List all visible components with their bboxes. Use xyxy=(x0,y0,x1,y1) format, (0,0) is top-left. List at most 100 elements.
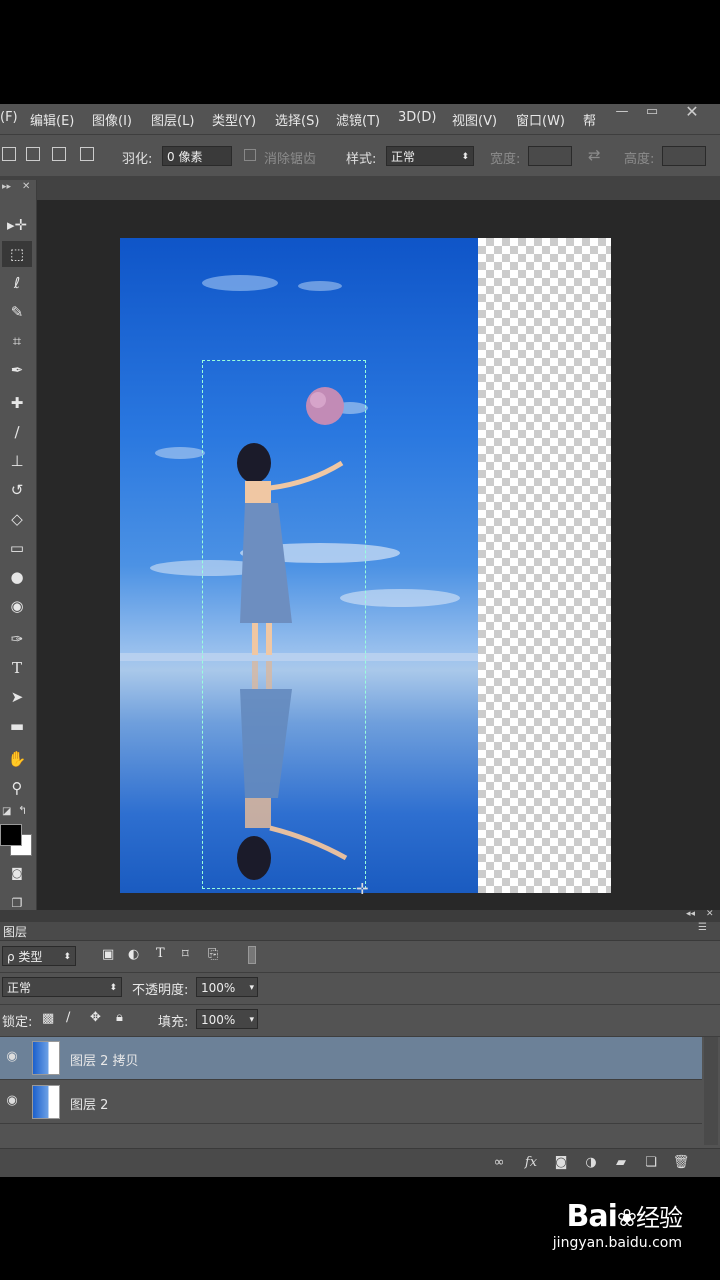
watermark-brand-2: 经验 xyxy=(636,1204,683,1232)
minimize-icon[interactable]: — xyxy=(608,104,636,122)
quick-select-tool-icon[interactable]: ✎ xyxy=(2,299,32,325)
menu-select[interactable]: 选择(S) xyxy=(275,110,319,129)
maximize-icon[interactable]: ▭ xyxy=(638,104,666,122)
eyedropper-tool-icon[interactable]: ✒ xyxy=(2,357,32,383)
width-input[interactable] xyxy=(528,146,572,166)
crop-tool-icon[interactable]: ⌗ xyxy=(2,328,32,354)
layer-thumbnail xyxy=(32,1085,60,1119)
swap-colors-icon[interactable]: ↰ xyxy=(18,804,27,817)
pen-tool-icon[interactable]: ✑ xyxy=(2,626,32,652)
menu-file[interactable]: (F) xyxy=(0,110,18,125)
marquee-tool-icon[interactable]: ⬚ xyxy=(2,241,32,267)
add-selection-icon[interactable] xyxy=(26,147,40,161)
layer-filter-select[interactable]: ρ 类型 ⬍ xyxy=(2,946,76,966)
layer-row[interactable]: ◉ 图层 2 拷贝 xyxy=(0,1037,702,1080)
link-layers-icon[interactable]: ∞ xyxy=(490,1154,508,1172)
menu-window[interactable]: 窗口(W) xyxy=(516,110,565,129)
history-brush-tool-icon[interactable]: ↺ xyxy=(2,477,32,503)
layers-scrollbar[interactable] xyxy=(704,1037,718,1145)
filter-toggle-icon[interactable] xyxy=(248,946,256,964)
tools-panel: ▸▸ ✕ ▸✛ ⬚ ℓ ✎ ⌗ ✒ ✚ ∕ ⊥ ↺ ◇ ▭ ● ◉ ✑ T ➤ … xyxy=(0,180,37,910)
chevron-updown-icon: ⬍ xyxy=(109,983,117,993)
chevron-down-icon: ▾ xyxy=(249,1015,254,1025)
panel-close-icon[interactable]: ✕ xyxy=(22,181,30,192)
filter-shape-icon[interactable]: ⌑ xyxy=(182,947,189,962)
marquee-selection[interactable] xyxy=(202,360,366,889)
menu-type[interactable]: 类型(Y) xyxy=(212,110,256,129)
document-tab-strip xyxy=(0,176,720,200)
move-tool-icon[interactable]: ▸✛ xyxy=(2,212,32,238)
opacity-label: 不透明度: xyxy=(132,983,189,998)
options-bar: 羽化: 0 像素 消除锯齿 样式: 正常 ⬍ 宽度: ⇄ 高度: xyxy=(0,134,720,177)
fill-input[interactable]: 100% ▾ xyxy=(196,1009,258,1029)
gradient-tool-icon[interactable]: ▭ xyxy=(2,535,32,561)
lock-transparency-icon[interactable]: ▩ xyxy=(42,1011,54,1026)
menu-edit[interactable]: 编辑(E) xyxy=(30,110,74,129)
foreground-color-swatch[interactable] xyxy=(0,824,22,846)
menu-image[interactable]: 图像(I) xyxy=(92,110,132,129)
watermark-url: jingyan.baidu.com xyxy=(552,1235,682,1251)
lock-position-icon[interactable]: ✥ xyxy=(90,1010,101,1025)
collapse-panel-icon[interactable]: ◂◂ xyxy=(686,909,695,919)
path-select-tool-icon[interactable]: ➤ xyxy=(2,684,32,710)
eye-icon[interactable]: ◉ xyxy=(4,1093,20,1109)
layers-panel-title[interactable]: 图层 xyxy=(3,923,27,940)
filter-smartobject-icon[interactable]: ⎘ xyxy=(208,947,218,962)
default-colors-icon[interactable]: ◪ xyxy=(2,806,11,817)
height-input[interactable] xyxy=(662,146,706,166)
layer-name[interactable]: 图层 2 拷贝 xyxy=(70,1050,139,1069)
healing-brush-tool-icon[interactable]: ✚ xyxy=(2,390,32,416)
fx-icon[interactable]: fx xyxy=(522,1154,540,1172)
antialias-checkbox[interactable] xyxy=(244,149,256,161)
rectangle-tool-icon[interactable]: ▬ xyxy=(2,713,32,739)
style-label: 样式: xyxy=(346,152,377,167)
adjustment-layer-icon[interactable]: ◑ xyxy=(582,1154,600,1172)
brush-tool-icon[interactable]: ∕ xyxy=(2,419,32,445)
type-tool-icon[interactable]: T xyxy=(2,655,32,681)
subtract-selection-icon[interactable] xyxy=(52,147,66,161)
new-selection-icon[interactable] xyxy=(2,147,16,161)
layer-filter-value: ρ 类型 xyxy=(7,950,43,964)
lock-all-icon[interactable]: 🔒︎ xyxy=(116,1010,123,1025)
eraser-tool-icon[interactable]: ◇ xyxy=(2,506,32,532)
blur-tool-icon[interactable]: ● xyxy=(2,564,32,590)
add-mask-icon[interactable]: ◙ xyxy=(552,1154,570,1172)
filter-adjustment-icon[interactable]: ◐ xyxy=(128,947,139,962)
opacity-input[interactable]: 100% ▾ xyxy=(196,977,258,997)
menu-help[interactable]: 帮 xyxy=(583,110,596,129)
menu-layer[interactable]: 图层(L) xyxy=(151,110,194,129)
transparent-area[interactable] xyxy=(478,238,611,893)
lock-pixels-icon[interactable]: ∕ xyxy=(66,1010,70,1025)
stamp-tool-icon[interactable]: ⊥ xyxy=(2,448,32,474)
style-select[interactable]: 正常 ⬍ xyxy=(386,146,474,166)
close-panel-icon[interactable]: ✕ xyxy=(706,909,714,919)
dodge-tool-icon[interactable]: ◉ xyxy=(2,593,32,619)
zoom-tool-icon[interactable]: ⚲ xyxy=(2,775,32,801)
delete-layer-icon[interactable]: 🗑︎ xyxy=(672,1154,690,1172)
width-label: 宽度: xyxy=(490,152,521,167)
menu-view[interactable]: 视图(V) xyxy=(452,110,497,129)
menu-3d[interactable]: 3D(D) xyxy=(398,110,436,125)
menu-filter[interactable]: 滤镜(T) xyxy=(336,110,380,129)
intersect-selection-icon[interactable] xyxy=(80,147,94,161)
layer-row[interactable]: ◉ 图层 2 xyxy=(0,1081,702,1124)
feather-input[interactable]: 0 像素 xyxy=(162,146,232,166)
hand-tool-icon[interactable]: ✋ xyxy=(2,746,32,772)
swap-icon[interactable]: ⇄ xyxy=(588,146,601,164)
new-layer-icon[interactable]: ❏ xyxy=(642,1154,660,1172)
layer-name[interactable]: 图层 2 xyxy=(70,1094,108,1113)
lasso-tool-icon[interactable]: ℓ xyxy=(2,270,32,296)
eye-icon[interactable]: ◉ xyxy=(4,1049,20,1065)
close-icon[interactable]: ✕ xyxy=(678,104,706,122)
quick-mask-icon[interactable]: ◙ xyxy=(2,860,32,886)
layer-thumbnail xyxy=(32,1041,60,1075)
blend-mode-select[interactable]: 正常 ⬍ xyxy=(2,977,122,997)
panel-menu-icon[interactable]: ☰ xyxy=(698,922,707,933)
watermark-brand: Bai xyxy=(566,1199,617,1234)
expand-panel-icon[interactable]: ▸▸ xyxy=(2,182,11,192)
filter-pixel-icon[interactable]: ▣ xyxy=(102,947,114,962)
filter-type-icon[interactable]: T xyxy=(156,946,165,961)
chevron-updown-icon: ⬍ xyxy=(63,952,71,962)
new-group-icon[interactable]: ▰ xyxy=(612,1154,630,1172)
antialias-label: 消除锯齿 xyxy=(264,152,317,167)
